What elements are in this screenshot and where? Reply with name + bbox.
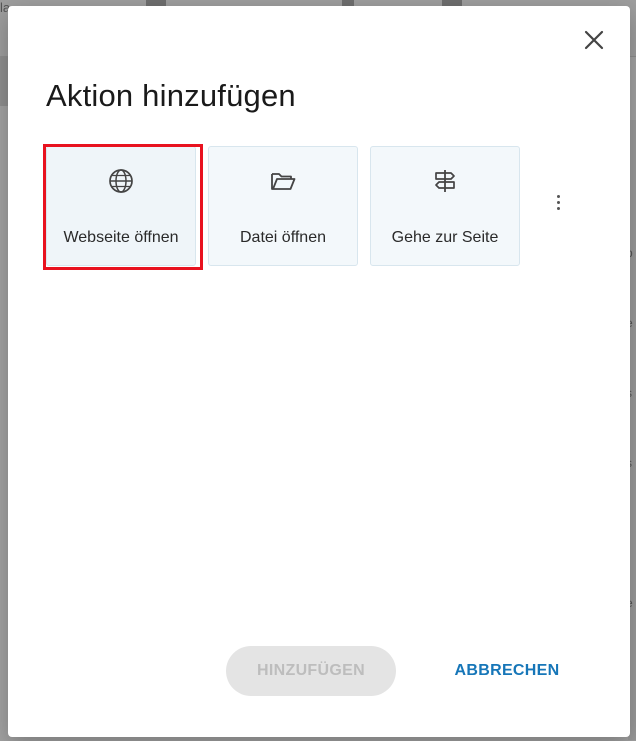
- add-action-dialog: Aktion hinzufügen Webseite öffnen Datei …: [8, 6, 630, 737]
- cancel-button[interactable]: ABBRECHEN: [438, 646, 576, 696]
- tile-open-website[interactable]: Webseite öffnen: [46, 146, 196, 266]
- close-button[interactable]: [580, 26, 608, 54]
- tile-label: Webseite öffnen: [63, 229, 179, 246]
- tile-label: Datei öffnen: [240, 229, 326, 246]
- more-options-button[interactable]: [546, 188, 570, 216]
- more-vertical-icon: [556, 194, 560, 198]
- folder-open-icon: [271, 173, 296, 190]
- signpost-icon: [435, 170, 455, 192]
- tile-go-to-page[interactable]: Gehe zur Seite: [370, 146, 520, 266]
- dialog-title: Aktion hinzufügen: [46, 78, 296, 113]
- background-sidebar-edge: [0, 56, 8, 106]
- close-icon: [584, 30, 604, 50]
- add-button[interactable]: HINZUFÜGEN: [226, 646, 396, 696]
- globe-icon: [109, 169, 133, 193]
- tile-open-file[interactable]: Datei öffnen: [208, 146, 358, 266]
- tile-label: Gehe zur Seite: [391, 229, 499, 246]
